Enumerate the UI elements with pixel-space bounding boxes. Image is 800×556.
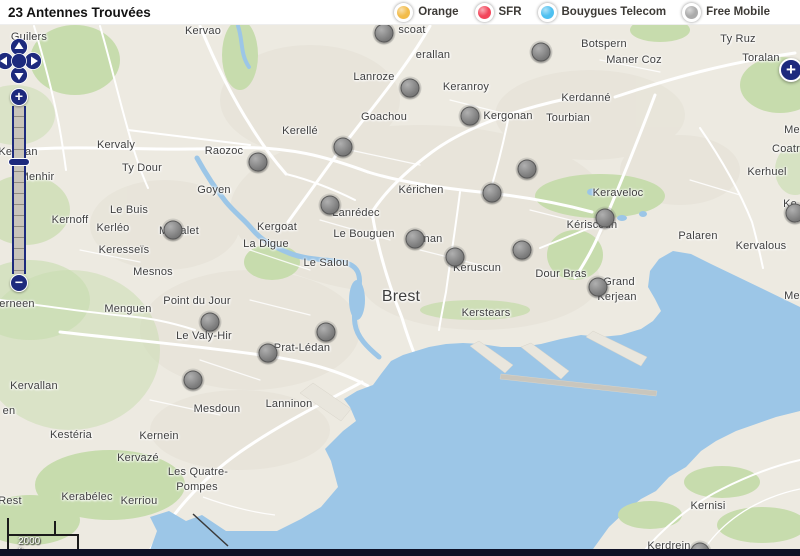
antenna-marker[interactable] [532, 43, 551, 62]
legend-item-orange: Orange [394, 3, 458, 22]
antenna-marker[interactable] [406, 230, 425, 249]
legend-item-bouygues-telecom: Bouygues Telecom [538, 3, 667, 22]
antenna-marker[interactable] [317, 323, 336, 342]
antenna-map-app: GuilersKervaoscoaterallanBotspernManer C… [0, 0, 800, 556]
orange-dot-icon [394, 3, 413, 22]
antenna-marker[interactable] [401, 79, 420, 98]
legend-item-sfr: SFR [475, 3, 522, 22]
sfr-dot-icon [475, 3, 494, 22]
antenna-marker[interactable] [513, 241, 532, 260]
zoom-in-button[interactable]: + [10, 88, 28, 106]
legend: Orange SFR Bouygues Telecom Free Mobile [378, 3, 770, 22]
legend-label: Bouygues Telecom [562, 6, 667, 18]
bouygues-dot-icon [538, 3, 557, 22]
map-markers-layer [0, 0, 800, 556]
bottom-bar [0, 549, 800, 556]
legend-label: SFR [499, 6, 522, 18]
antenna-marker[interactable] [164, 221, 183, 240]
antenna-marker[interactable] [375, 24, 394, 43]
zoom-slider-handle[interactable] [8, 158, 30, 166]
legend-item-free-mobile: Free Mobile [682, 3, 770, 22]
antenna-marker[interactable] [461, 107, 480, 126]
antenna-marker[interactable] [321, 196, 340, 215]
page-title: 23 Antennes Trouvées [8, 5, 151, 20]
antenna-marker[interactable] [201, 313, 220, 332]
antenna-marker[interactable] [596, 209, 615, 228]
legend-label: Free Mobile [706, 6, 770, 18]
antenna-marker[interactable] [483, 184, 502, 203]
antenna-marker[interactable] [518, 160, 537, 179]
zoom-out-button[interactable]: − [10, 274, 28, 292]
antenna-marker[interactable] [249, 153, 268, 172]
antenna-marker[interactable] [334, 138, 353, 157]
antenna-marker[interactable] [184, 371, 203, 390]
header-bar: 23 Antennes Trouvées Orange SFR Bouygues T… [0, 0, 800, 25]
legend-label: Orange [418, 6, 458, 18]
zoom-slider-track[interactable] [12, 106, 26, 274]
free-dot-icon [682, 3, 701, 22]
expand-button[interactable]: + [779, 58, 800, 82]
antenna-marker[interactable] [786, 204, 800, 223]
antenna-marker[interactable] [589, 278, 608, 297]
pan-control[interactable] [0, 38, 42, 84]
antenna-marker[interactable] [259, 344, 278, 363]
antenna-marker[interactable] [446, 248, 465, 267]
